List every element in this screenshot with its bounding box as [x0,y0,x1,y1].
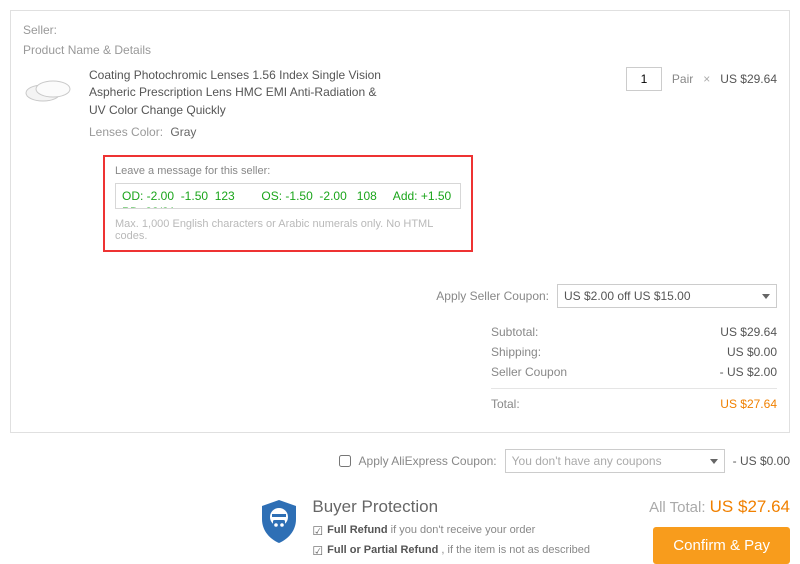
aliexpress-coupon-selected: You don't have any coupons [512,454,662,468]
times-symbol: × [703,72,710,86]
seller-coupon-select[interactable]: US $2.00 off US $15.00 [557,284,777,308]
bp-line-1: ☑ Full Refund if you don't receive your … [312,523,590,540]
checkout-block: All Total: US $27.64 Confirm & Pay [620,497,790,564]
lenses-color-value: Gray [170,125,196,139]
product-row: Coating Photochromic Lenses 1.56 Index S… [23,67,777,139]
subtotal-amount: US $29.64 [720,325,777,339]
aliexpress-coupon-amount: - US $0.00 [733,454,790,468]
total-amount: US $27.64 [720,397,777,411]
bp-line-1-rest: if you don't receive your order [388,524,536,536]
shipping-row: Shipping: US $0.00 [491,342,777,362]
check-icon: ☑ [312,543,323,560]
chevron-down-icon [710,459,718,464]
coupon-label: Seller Coupon [491,365,567,379]
message-block: Leave a message for this seller: Max. 1,… [103,155,473,252]
message-input[interactable] [115,183,461,209]
seller-coupon-selected: US $2.00 off US $15.00 [564,289,691,303]
buyer-protection-title: Buyer Protection [312,497,590,517]
buyer-protection-text: Buyer Protection ☑ Full Refund if you do… [312,497,590,563]
quantity-input[interactable] [626,67,662,91]
aliexpress-coupon-select[interactable]: You don't have any coupons [505,449,725,473]
total-row: Total: US $27.64 [491,388,777,414]
total-label: Total: [491,397,520,411]
message-label: Leave a message for this seller: [115,165,461,177]
totals-block: Subtotal: US $29.64 Shipping: US $0.00 S… [491,322,777,414]
confirm-pay-button[interactable]: Confirm & Pay [653,527,790,564]
bp-line-2: ☑ Full or Partial Refund , if the item i… [312,543,590,560]
chevron-down-icon [762,294,770,299]
subtotal-row: Subtotal: US $29.64 [491,322,777,342]
footer: Buyer Protection ☑ Full Refund if you do… [10,497,790,564]
product-header: Product Name & Details [23,43,777,57]
product-info: Coating Photochromic Lenses 1.56 Index S… [89,67,389,139]
message-hint: Max. 1,000 English characters or Arabic … [115,218,461,242]
coupon-amount: - US $2.00 [720,365,777,379]
bp-line-2-rest: , if the item is not as described [438,544,590,556]
all-total: All Total: US $27.64 [620,497,790,517]
all-total-amount: US $27.64 [710,497,790,516]
lenses-color: Lenses Color: Gray [89,125,389,139]
bp-line-1-bold: Full Refund [327,524,388,536]
seller-coupon-row: Apply Seller Coupon: US $2.00 off US $15… [23,284,777,308]
line-price: US $29.64 [720,72,777,86]
seller-label: Seller: [23,23,777,37]
seller-coupon-label: Apply Seller Coupon: [436,289,549,303]
product-line-right: Pair × US $29.64 [403,67,777,91]
product-thumbnail [23,67,75,115]
order-panel: Seller: Product Name & Details Coating P… [10,10,790,433]
aliexpress-coupon-checkbox[interactable] [339,455,351,467]
unit-label: Pair [672,72,693,86]
bp-line-2-bold: Full or Partial Refund [327,544,438,556]
subtotal-label: Subtotal: [491,325,538,339]
shield-icon [258,497,300,545]
shipping-label: Shipping: [491,345,541,359]
coupon-row: Seller Coupon - US $2.00 [491,362,777,382]
lenses-color-label: Lenses Color: [89,125,163,139]
aliexpress-coupon-row: Apply AliExpress Coupon: You don't have … [10,449,790,473]
all-total-label: All Total: [649,499,705,516]
check-icon: ☑ [312,523,323,540]
buyer-protection: Buyer Protection ☑ Full Refund if you do… [258,497,590,563]
shipping-amount: US $0.00 [727,345,777,359]
product-title: Coating Photochromic Lenses 1.56 Index S… [89,67,389,119]
aliexpress-coupon-label: Apply AliExpress Coupon: [359,454,497,468]
